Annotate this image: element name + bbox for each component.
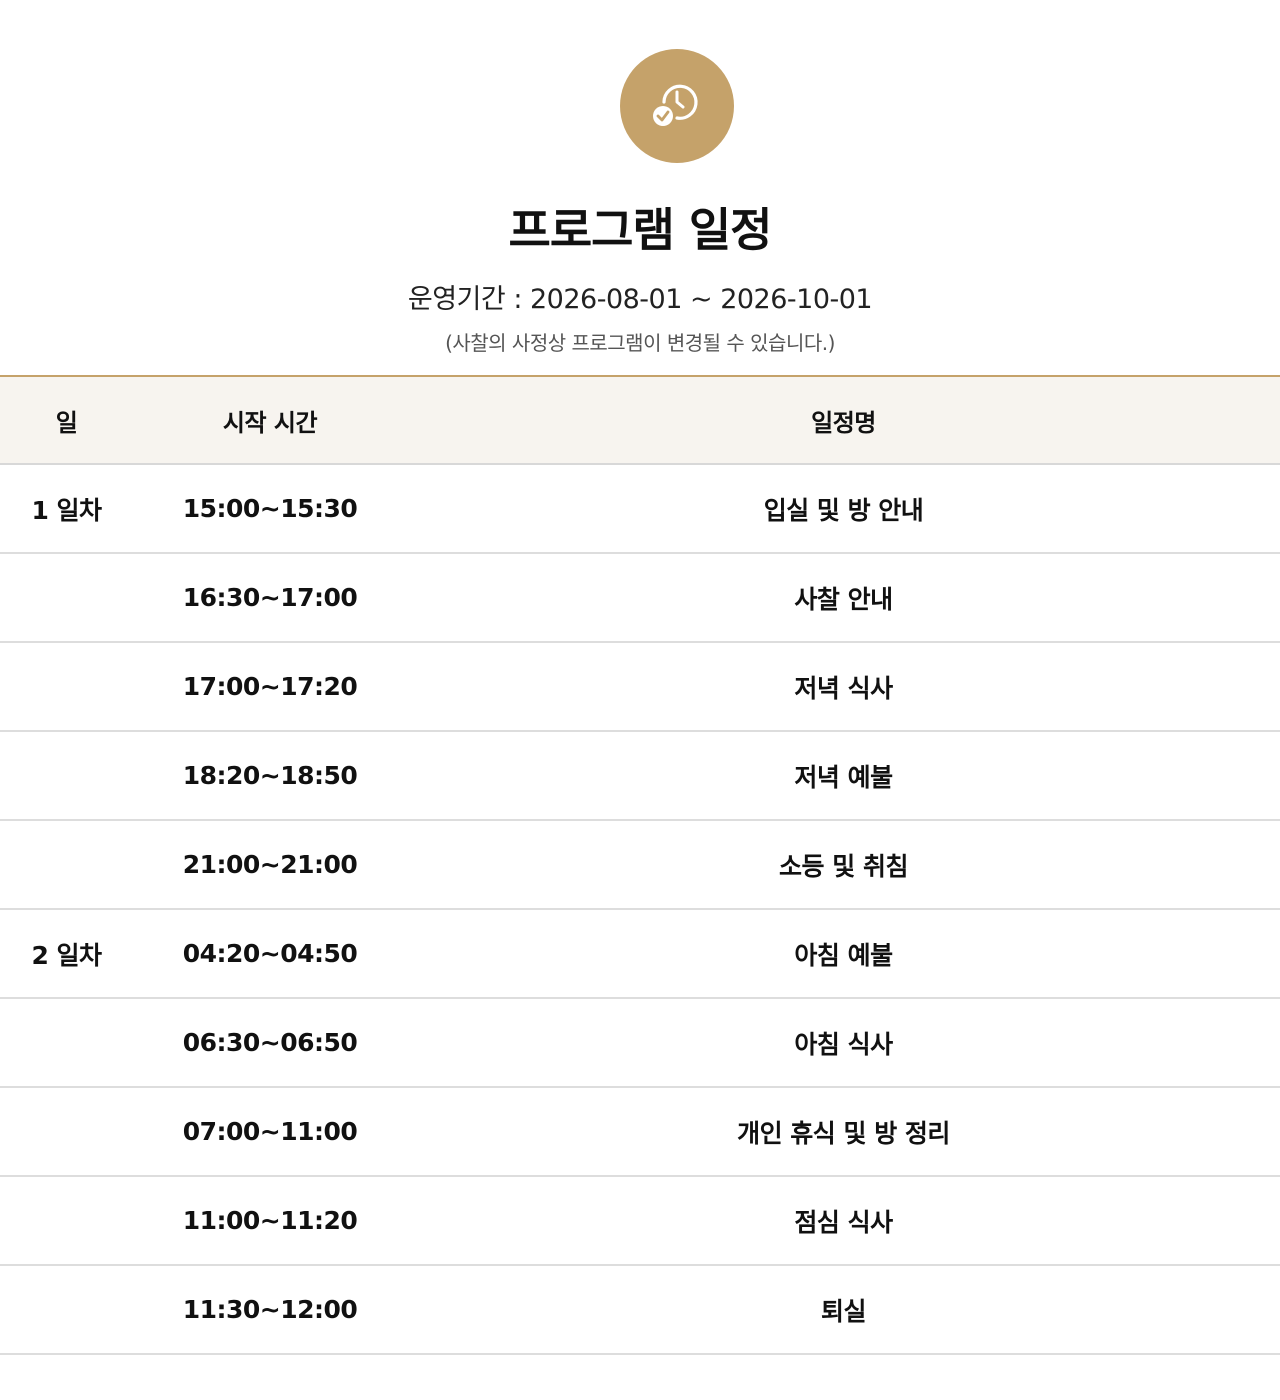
row-day	[0, 998, 133, 1088]
change-notice: (사찰의 사정상 프로그램이 변경될 수 있습니다.)	[445, 331, 835, 355]
row-day	[0, 1176, 133, 1266]
row-time: 15:00~15:30	[133, 464, 407, 554]
row-time: 17:00~17:20	[133, 642, 407, 732]
row-day	[0, 642, 133, 732]
table-row: 11:30~12:00 퇴실	[0, 1265, 1280, 1355]
row-time: 11:00~11:20	[133, 1176, 407, 1266]
schedule-table: 일 시작 시간 일정명 1 일차 15:00~15:30 입실 및 방 안내 1…	[0, 375, 1280, 1355]
row-name: 퇴실	[407, 1265, 1280, 1355]
table-row: 11:00~11:20 점심 식사	[0, 1176, 1280, 1266]
row-name: 저녁 예불	[407, 731, 1280, 821]
row-day: 2 일차	[0, 909, 133, 999]
row-name: 아침 예불	[407, 909, 1280, 999]
row-time: 06:30~06:50	[133, 998, 407, 1088]
table-row: 17:00~17:20 저녁 식사	[0, 642, 1280, 732]
row-name: 아침 식사	[407, 998, 1280, 1088]
row-day	[0, 1087, 133, 1177]
column-header-day: 일	[55, 408, 78, 437]
operating-period: 운영기간 : 2026-08-01 ~ 2026-10-01	[407, 284, 873, 315]
row-time: 07:00~11:00	[133, 1087, 407, 1177]
page-title: 프로그램 일정	[508, 203, 773, 257]
row-time: 21:00~21:00	[133, 820, 407, 910]
row-name: 사찰 안내	[407, 553, 1280, 643]
row-time: 16:30~17:00	[133, 553, 407, 643]
row-day	[0, 1265, 133, 1355]
row-day	[0, 820, 133, 910]
table-header-row: 일 시작 시간 일정명	[0, 376, 1280, 464]
row-day	[0, 553, 133, 643]
row-name: 저녁 식사	[407, 642, 1280, 732]
column-header-start-time: 시작 시간	[222, 408, 318, 437]
table-row: 06:30~06:50 아침 식사	[0, 998, 1280, 1088]
column-header-name: 일정명	[811, 408, 876, 437]
row-name: 개인 휴식 및 방 정리	[407, 1087, 1280, 1177]
table-row: 07:00~11:00 개인 휴식 및 방 정리	[0, 1087, 1280, 1177]
row-name: 점심 식사	[407, 1176, 1280, 1266]
row-time: 04:20~04:50	[133, 909, 407, 999]
row-name: 소등 및 취침	[407, 820, 1280, 910]
row-time: 18:20~18:50	[133, 731, 407, 821]
clock-check-icon	[620, 49, 734, 163]
table-row: 21:00~21:00 소등 및 취침	[0, 820, 1280, 910]
table-row: 1 일차 15:00~15:30 입실 및 방 안내	[0, 464, 1280, 554]
table-row: 16:30~17:00 사찰 안내	[0, 553, 1280, 643]
table-row: 18:20~18:50 저녁 예불	[0, 731, 1280, 821]
row-time: 11:30~12:00	[133, 1265, 407, 1355]
table-row: 2 일차 04:20~04:50 아침 예불	[0, 909, 1280, 999]
row-day: 1 일차	[0, 464, 133, 554]
row-name: 입실 및 방 안내	[407, 464, 1280, 554]
row-day	[0, 731, 133, 821]
program-schedule-page: 프로그램 일정 운영기간 : 2026-08-01 ~ 2026-10-01 (…	[0, 0, 1280, 1400]
